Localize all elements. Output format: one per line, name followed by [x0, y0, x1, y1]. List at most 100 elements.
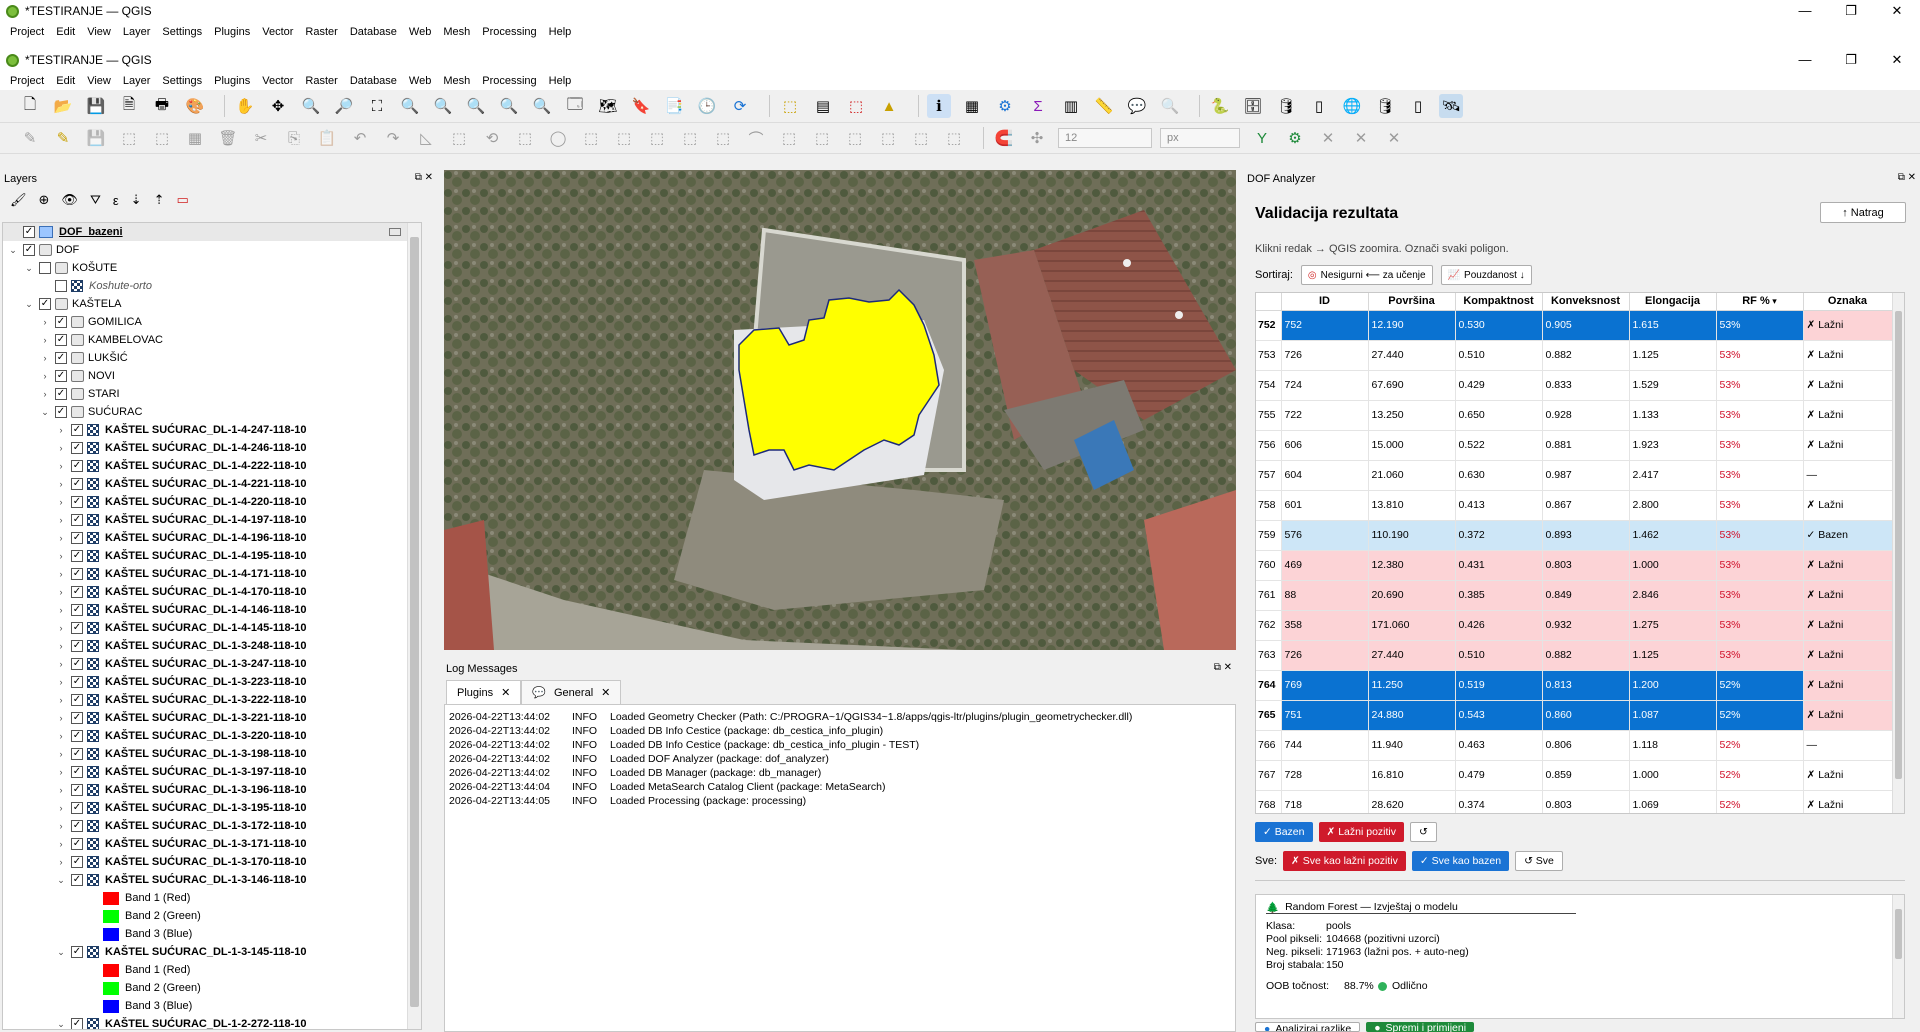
layer-tree-item[interactable]: › ✓ KAŠTEL SUĆURAC_DL-1-4-222-118-10 [3, 457, 421, 475]
expand-arrow-icon[interactable]: ⌄ [55, 947, 67, 958]
back-button[interactable]: ↑ Natrag [1820, 202, 1906, 223]
analyze-differences-button[interactable]: ● Analiziraj razlike [1255, 1022, 1361, 1032]
layer-visibility-checkbox[interactable] [55, 280, 67, 292]
layer-tree-item[interactable]: ⌄ ✓ KAŠTEL SUĆURAC_DL-1-3-145-118-10 [3, 943, 421, 961]
row-header[interactable]: 754 [1256, 370, 1282, 401]
layer-visibility-checkbox[interactable]: ✓ [71, 550, 83, 562]
menu-help[interactable]: Help [543, 75, 578, 87]
python-console-icon[interactable]: 🐍 [1208, 94, 1232, 118]
expand-arrow-icon[interactable]: › [55, 443, 67, 453]
zoom-layer-icon[interactable]: 🔍 [431, 94, 455, 118]
split-features-icon[interactable]: ⬚ [777, 126, 801, 150]
row-header[interactable]: 755 [1256, 400, 1282, 431]
layer-tree-item[interactable]: › ✓ KAŠTEL SUĆURAC_DL-1-3-196-118-10 [3, 781, 421, 799]
layer-tree-item[interactable]: Band 1 (Red) [3, 889, 421, 907]
layer-tree-item[interactable]: › ✓ GOMILICA [3, 313, 421, 331]
metasearch-icon[interactable]: 🌐 [1340, 94, 1364, 118]
pan-icon[interactable]: ✋ [233, 94, 257, 118]
row-header[interactable]: 763 [1256, 640, 1282, 671]
expand-arrow-icon[interactable]: › [39, 317, 51, 327]
expression-filter-icon[interactable]: ε [113, 193, 119, 208]
expand-arrow-icon[interactable]: › [55, 749, 67, 759]
vertex-tool-icon[interactable]: ⬚ [150, 126, 174, 150]
identify-features-icon[interactable]: ℹ [927, 94, 951, 118]
menu-settings[interactable]: Settings [156, 75, 208, 87]
layer-tree-item[interactable]: › ✓ KAŠTEL SUĆURAC_DL-1-4-146-118-10 [3, 601, 421, 619]
tolerance-unit-select[interactable]: px [1160, 128, 1240, 148]
minimize-button[interactable]: — [1782, 0, 1828, 22]
column-header[interactable]: RF % ▾ [1716, 293, 1804, 311]
expand-arrow-icon[interactable]: › [55, 785, 67, 795]
expand-arrow-icon[interactable]: › [55, 803, 67, 813]
zoom-native-icon[interactable]: 🔍 [464, 94, 488, 118]
expand-arrow-icon[interactable]: ⌄ [7, 245, 19, 256]
column-header[interactable]: Oznaka [1803, 293, 1893, 311]
save-and-apply-button[interactable]: ● Spremi i primijeni [1366, 1022, 1475, 1032]
layer-tree-item[interactable]: › ✓ KAŠTEL SUĆURAC_DL-1-3-247-118-10 [3, 655, 421, 673]
column-header[interactable]: Konveksnost [1542, 293, 1630, 311]
expand-arrow-icon[interactable]: ⌄ [39, 407, 51, 418]
layer-visibility-checkbox[interactable]: ✓ [71, 766, 83, 778]
zoom-in-icon[interactable]: 🔍 [299, 94, 323, 118]
field-calculator-icon[interactable]: ▥ [1059, 94, 1083, 118]
zoom-last-icon[interactable]: 🔍 [497, 94, 521, 118]
table-row[interactable]: 760 469 12.380 0.431 0.803 1.000 53% ✗ Lažni [1256, 550, 1893, 581]
table-row[interactable]: 768 718 28.620 0.374 0.803 1.069 52% ✗ Lažni [1256, 790, 1893, 813]
expand-arrow-icon[interactable]: › [55, 497, 67, 507]
settings-gear-icon[interactable]: ⚙ [993, 94, 1017, 118]
table-row[interactable]: 763 726 27.440 0.510 0.882 1.125 53% ✗ Lažni [1256, 640, 1893, 671]
undo-icon[interactable]: ↶ [348, 126, 372, 150]
inner-minimize-button[interactable]: — [1782, 49, 1828, 71]
expand-all-icon[interactable]: ⇣ [131, 192, 142, 208]
tolerance-input[interactable]: 12 [1058, 128, 1152, 148]
rotate-symbols-icon[interactable]: ⬚ [909, 126, 933, 150]
table-row[interactable]: 765 751 24.880 0.543 0.860 1.087 52% ✗ Lažni [1256, 700, 1893, 731]
column-header[interactable]: ID [1281, 293, 1369, 311]
layer-tree-item[interactable]: › ✓ KAŠTEL SUĆURAC_DL-1-3-220-118-10 [3, 727, 421, 745]
expand-arrow-icon[interactable]: › [55, 479, 67, 489]
layer-visibility-checkbox[interactable]: ✓ [71, 694, 83, 706]
layer-tree-item[interactable]: › ✓ KAŠTEL SUĆURAC_DL-1-3-221-118-10 [3, 709, 421, 727]
expand-arrow-icon[interactable]: › [55, 425, 67, 435]
layer-visibility-checkbox[interactable]: ✓ [71, 820, 83, 832]
row-header[interactable]: 766 [1256, 730, 1282, 761]
paint-icon[interactable]: 🖌 [10, 192, 27, 208]
layer-visibility-checkbox[interactable]: ✓ [71, 730, 83, 742]
locator-icon[interactable]: 🔍 [1158, 94, 1182, 118]
layer-visibility-checkbox[interactable]: ✓ [55, 316, 67, 328]
layer-tree-item[interactable]: › ✓ KAMBELOVAC [3, 331, 421, 349]
expand-arrow-icon[interactable]: › [39, 353, 51, 363]
expand-arrow-icon[interactable]: › [39, 371, 51, 381]
avoid-overlap-icon[interactable]: ✕ [1349, 126, 1373, 150]
select-by-value-icon[interactable]: ▤ [811, 94, 835, 118]
row-header[interactable]: 758 [1256, 490, 1282, 521]
dof-analyzer-icon[interactable]: 🛰 [1439, 94, 1463, 118]
layer-visibility-checkbox[interactable]: ✓ [55, 370, 67, 382]
menu-database[interactable]: Database [344, 75, 403, 87]
table-row[interactable]: 758 601 13.810 0.413 0.867 2.800 53% ✗ Lažni [1256, 490, 1893, 521]
layer-visibility-checkbox[interactable]: ✓ [55, 406, 67, 418]
table-row[interactable]: 752 752 12.190 0.530 0.905 1.615 53% ✗ Lažni [1256, 310, 1893, 341]
table-row[interactable]: 754 724 67.690 0.429 0.833 1.529 53% ✗ Lažni [1256, 370, 1893, 401]
layer-visibility-checkbox[interactable] [39, 262, 51, 274]
row-header[interactable]: 764 [1256, 670, 1282, 701]
pan-to-selection-icon[interactable]: ✥ [266, 94, 290, 118]
maximize-button[interactable]: ❐ [1828, 0, 1874, 22]
reset-all-button[interactable]: ↺ Sve [1515, 851, 1563, 871]
layer-visibility-checkbox[interactable]: ✓ [71, 460, 83, 472]
redo-icon[interactable]: ↷ [381, 126, 405, 150]
paste-features-icon[interactable]: 📋 [315, 126, 339, 150]
menu-vector[interactable]: Vector [256, 75, 299, 87]
layer-tree-item[interactable]: › ✓ KAŠTEL SUĆURAC_DL-1-3-198-118-10 [3, 745, 421, 763]
row-header[interactable]: 757 [1256, 460, 1282, 491]
expand-arrow-icon[interactable]: › [55, 605, 67, 615]
expand-arrow-icon[interactable]: › [55, 533, 67, 543]
layer-tree-item[interactable]: Koshute-orto [3, 277, 421, 295]
self-snap-icon[interactable]: ✕ [1382, 126, 1406, 150]
column-header[interactable]: Kompaktnost [1455, 293, 1543, 311]
delete-ring-icon[interactable]: ⬚ [645, 126, 669, 150]
delete-selected-icon[interactable]: 🗑 [216, 126, 240, 150]
layer-visibility-checkbox[interactable]: ✓ [71, 802, 83, 814]
intersection-icon[interactable]: ✕ [1316, 126, 1340, 150]
expand-arrow-icon[interactable]: › [55, 659, 67, 669]
